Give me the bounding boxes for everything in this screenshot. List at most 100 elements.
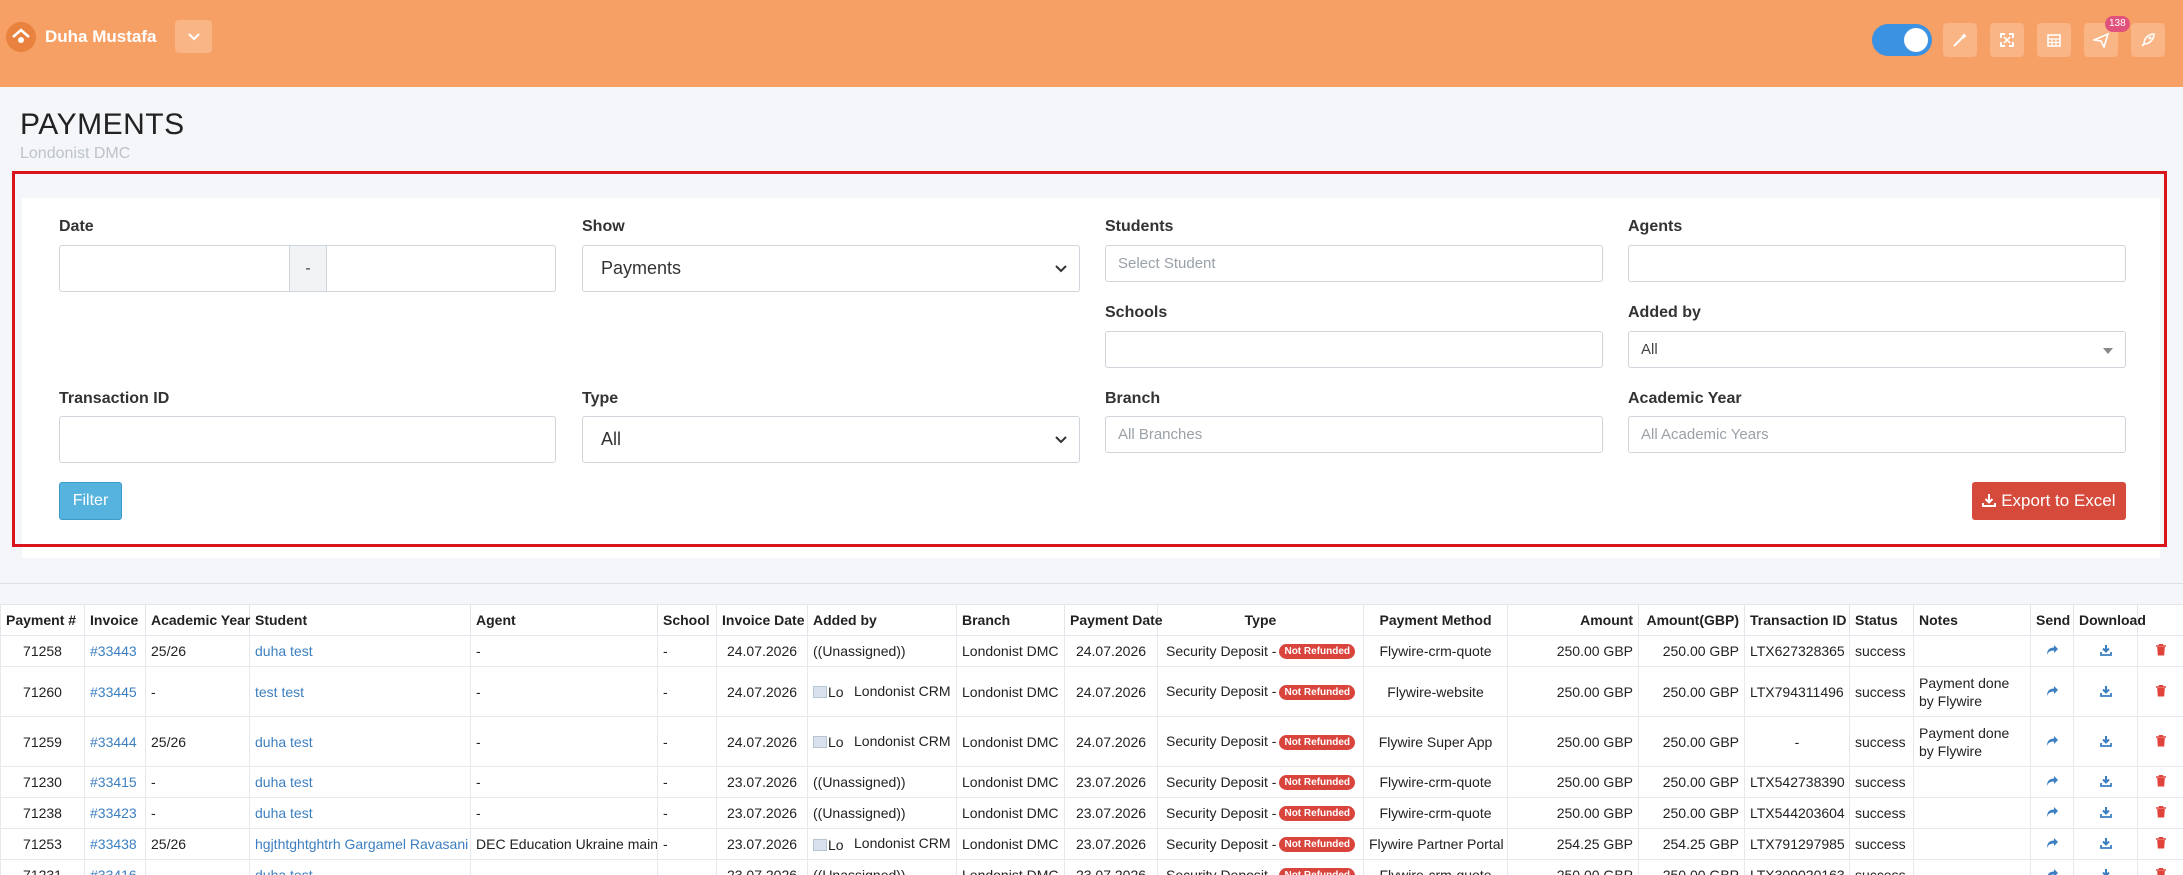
download-cell[interactable] <box>2073 635 2138 667</box>
trash-icon[interactable] <box>2155 836 2166 852</box>
column-header[interactable]: Amount(GBP) <box>1638 604 1745 636</box>
column-header[interactable]: Branch <box>956 604 1065 636</box>
table-row[interactable]: 71258 #33443 25/26 duha test - -24.07.2026 ((U… <box>0 635 2183 667</box>
column-header[interactable]: Notes <box>1913 604 2031 636</box>
student-link[interactable]: hgjthtghtghtrh Gargamel Ravasani <box>255 836 468 852</box>
wand-icon[interactable] <box>1943 23 1977 57</box>
invoice-link[interactable]: #33416 <box>90 867 137 875</box>
trash-icon[interactable] <box>2155 684 2166 700</box>
send-cell[interactable] <box>2030 766 2074 798</box>
column-header[interactable]: Download <box>2073 604 2146 636</box>
column-header[interactable]: Agent <box>470 604 658 636</box>
invoice[interactable]: #33443 <box>84 635 146 667</box>
download-cell[interactable] <box>2073 828 2138 860</box>
download-cell[interactable] <box>2073 766 2138 798</box>
send-cell[interactable] <box>2030 828 2074 860</box>
table-row[interactable]: 71259 #33444 25/26 duha test - -24.07.2026 Lo L… <box>0 716 2183 767</box>
student-link[interactable]: duha test <box>255 774 313 790</box>
student-link[interactable]: duha test <box>255 867 313 875</box>
student-link[interactable]: test test <box>255 684 304 700</box>
column-header[interactable]: Status <box>1849 604 1914 636</box>
theme-toggle-switch[interactable] <box>1872 24 1932 56</box>
student-link[interactable]: duha test <box>255 805 313 821</box>
invoice[interactable]: #33438 <box>84 828 146 860</box>
column-header[interactable]: Transaction ID <box>1744 604 1850 636</box>
download-cell[interactable] <box>2073 859 2138 875</box>
student[interactable]: test test <box>249 666 471 717</box>
column-header[interactable]: Payment Method <box>1363 604 1508 636</box>
send-cell[interactable] <box>2030 666 2074 717</box>
send-cell[interactable] <box>2030 797 2074 829</box>
delete-cell[interactable] <box>2137 797 2183 829</box>
student[interactable]: duha test <box>249 635 471 667</box>
invoice-link[interactable]: #33443 <box>90 643 137 659</box>
column-header[interactable]: Payment # <box>0 604 85 636</box>
rocket-icon[interactable] <box>2131 23 2165 57</box>
delete-cell[interactable] <box>2137 635 2183 667</box>
column-header[interactable]: Added by <box>807 604 957 636</box>
share-icon[interactable] <box>2046 644 2059 659</box>
send-cell[interactable] <box>2030 859 2074 875</box>
download-icon[interactable] <box>2100 868 2112 875</box>
invoice[interactable]: #33423 <box>84 797 146 829</box>
download-icon[interactable] <box>2099 806 2112 821</box>
column-header[interactable]: Type <box>1157 604 1364 636</box>
download-icon[interactable] <box>2099 644 2112 659</box>
calendar-icon[interactable] <box>2037 23 2071 57</box>
download-cell[interactable] <box>2073 716 2138 767</box>
trash-icon[interactable] <box>2155 867 2166 875</box>
delete-cell[interactable] <box>2137 859 2183 875</box>
student[interactable]: duha test <box>249 859 471 875</box>
share-icon[interactable] <box>2046 775 2059 790</box>
download-icon[interactable] <box>2099 685 2112 700</box>
invoice[interactable]: #33415 <box>84 766 146 798</box>
share-icon[interactable] <box>2046 868 2059 875</box>
student[interactable]: duha test <box>249 766 471 798</box>
column-header[interactable]: Amount <box>1507 604 1639 636</box>
trash-icon[interactable] <box>2155 643 2166 659</box>
table-row[interactable]: 71238 #33423- duha test - -23.07.2026 ((Unass… <box>0 797 2183 829</box>
user-menu-dropdown-button[interactable] <box>175 20 212 53</box>
invoice[interactable]: #33445 <box>84 666 146 717</box>
invoice-link[interactable]: #33444 <box>90 734 137 750</box>
student-link[interactable]: duha test <box>255 643 313 659</box>
invoice-link[interactable]: #33445 <box>90 684 137 700</box>
share-icon[interactable] <box>2046 685 2059 700</box>
table-row[interactable]: 71231 #33416- duha test - -23.07.2026 ((Unass… <box>0 859 2183 875</box>
column-header[interactable]: Invoice Date <box>716 604 808 636</box>
table-row[interactable]: 71253 #33438 25/26 hgjthtghtghtrh Gargamel … <box>0 828 2183 860</box>
column-header[interactable]: Academic Year <box>145 604 250 636</box>
student-link[interactable]: duha test <box>255 734 313 750</box>
invoice[interactable]: #33444 <box>84 716 146 767</box>
trash-icon[interactable] <box>2155 774 2166 790</box>
invoice-link[interactable]: #33438 <box>90 836 137 852</box>
column-header[interactable]: Invoice <box>84 604 146 636</box>
download-cell[interactable] <box>2073 797 2138 829</box>
student[interactable]: duha test <box>249 797 471 829</box>
download-cell[interactable] <box>2073 666 2138 717</box>
column-header[interactable]: School <box>657 604 717 636</box>
fullscreen-icon[interactable] <box>1990 23 2024 57</box>
share-icon[interactable] <box>2046 806 2059 821</box>
column-header[interactable]: Payment Date <box>1064 604 1163 636</box>
trash-icon[interactable] <box>2155 805 2166 821</box>
column-header[interactable]: Send <box>2030 604 2074 636</box>
share-icon[interactable] <box>2046 837 2059 852</box>
delete-cell[interactable] <box>2137 666 2183 717</box>
send-cell[interactable] <box>2030 716 2074 767</box>
invoice-link[interactable]: #33423 <box>90 805 137 821</box>
student[interactable]: hgjthtghtghtrh Gargamel Ravasani <box>249 828 471 860</box>
download-icon[interactable] <box>2099 735 2112 750</box>
table-row[interactable]: 71260 #33445- test test - -24.07.2026 Lo Londo… <box>0 666 2183 717</box>
invoice-link[interactable]: #33415 <box>90 774 137 790</box>
send-cell[interactable] <box>2030 635 2074 667</box>
delete-cell[interactable] <box>2137 828 2183 860</box>
trash-icon[interactable] <box>2155 734 2166 750</box>
student[interactable]: duha test <box>249 716 471 767</box>
delete-cell[interactable] <box>2137 766 2183 798</box>
share-icon[interactable] <box>2046 735 2059 750</box>
user-brand[interactable]: Duha Mustafa <box>6 22 156 52</box>
delete-cell[interactable] <box>2137 716 2183 767</box>
table-row[interactable]: 71230 #33415- duha test - -23.07.2026 ((Unass… <box>0 766 2183 798</box>
download-icon[interactable] <box>2099 837 2112 852</box>
